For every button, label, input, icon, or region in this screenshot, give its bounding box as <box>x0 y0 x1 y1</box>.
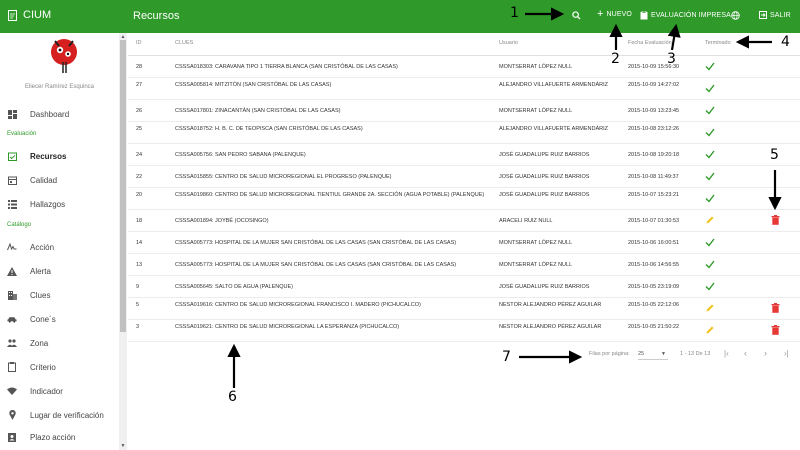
annotation-label-4: 4 <box>781 34 790 50</box>
annotation-label-6: 6 <box>228 389 237 405</box>
annotation-arrow-3 <box>667 23 681 51</box>
annotation-label-3: 3 <box>667 51 676 67</box>
annotation-label-7: 7 <box>502 349 511 365</box>
annotation-label-2: 2 <box>611 51 620 67</box>
annotation-label-1: 1 <box>510 5 519 21</box>
annotation-label-5: 5 <box>770 147 779 163</box>
annotation-arrows <box>227 7 782 388</box>
